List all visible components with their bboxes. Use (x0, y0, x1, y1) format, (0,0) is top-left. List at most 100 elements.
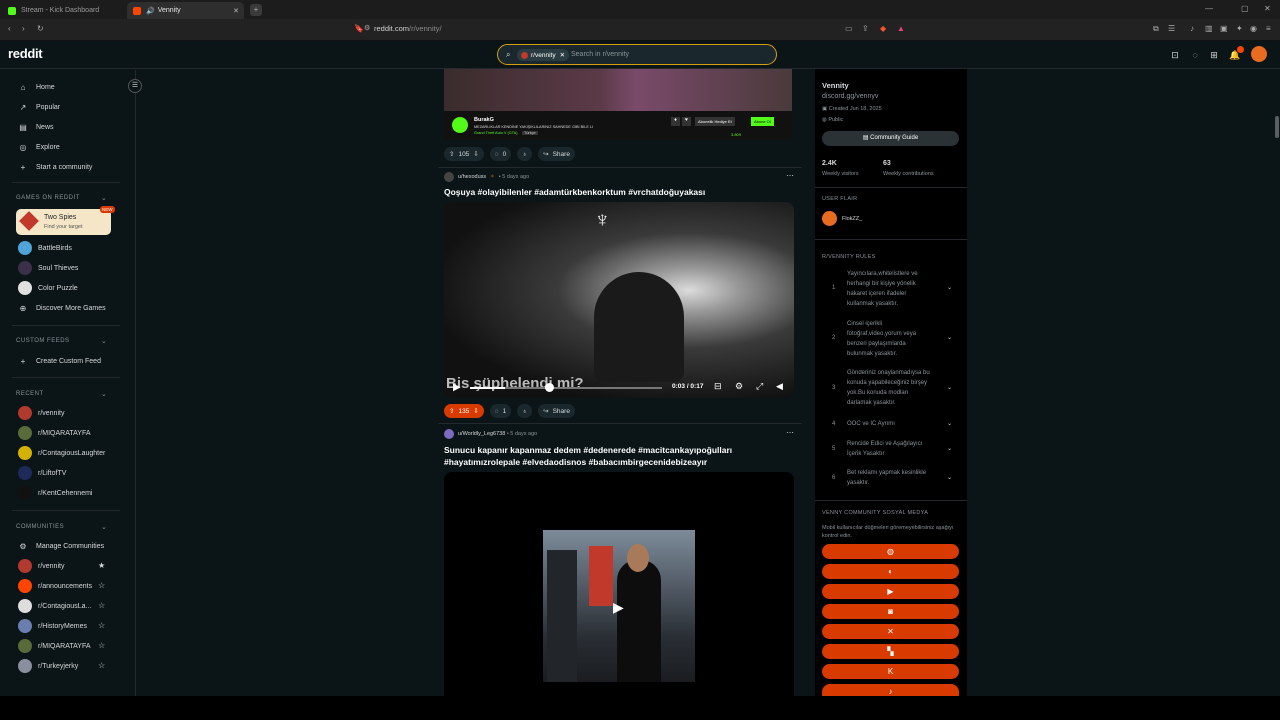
chevron-down-icon[interactable]: ⌄ (947, 333, 952, 343)
chevron-down-icon[interactable]: ⌄ (101, 337, 107, 345)
sidebar-toggle-icon[interactable]: ▥ (1205, 25, 1213, 33)
tab-vennity[interactable]: 🔊 Vennity ✕ (127, 2, 244, 19)
volume-icon[interactable]: ◀ (776, 381, 783, 392)
website-button[interactable]: ◍ (822, 544, 959, 559)
cast-icon[interactable]: ▭ (845, 25, 853, 33)
community-guide-button[interactable]: ▤ Community Guide (822, 131, 959, 146)
flair-username[interactable]: FlokZZ_ (842, 216, 862, 222)
extension-icon[interactable]: ⧉ (1153, 25, 1159, 33)
community-link[interactable]: discord.gg/vennyv (822, 93, 878, 100)
seek-handle[interactable] (544, 383, 554, 392)
bell-icon[interactable]: ♦ (671, 117, 680, 126)
nav-popular[interactable]: ↗ Popular (18, 101, 61, 113)
menu-icon[interactable]: ≡ (1266, 25, 1271, 33)
instagram-button[interactable]: ◙ (822, 604, 959, 619)
close-icon[interactable]: ✕ (560, 51, 565, 59)
post-media-image[interactable] (444, 69, 792, 111)
youtube-button[interactable]: ▶ (822, 584, 959, 599)
gift-sub-button[interactable]: Abonelik Hediye Et (695, 117, 735, 126)
upvote-icon[interactable]: ⇧ (449, 150, 454, 158)
search-scope-chip[interactable]: r/vennity ✕ (517, 49, 570, 61)
search-input[interactable]: Search in r/vennity (571, 51, 629, 58)
vote-box[interactable]: ⇧ 135 ⇩ (444, 404, 484, 418)
chevron-down-icon[interactable]: ⌄ (947, 383, 952, 393)
recent-item[interactable]: r/vennity (18, 406, 64, 420)
chevron-down-icon[interactable]: ⌄ (101, 390, 107, 398)
community-item[interactable]: r/vennity (18, 559, 64, 573)
vpn-icon[interactable]: ◉ (1250, 25, 1257, 33)
chat-icon[interactable]: ◌ (1190, 50, 1200, 60)
wallet-icon[interactable]: ▣ (1220, 25, 1228, 33)
user-avatar[interactable] (444, 429, 454, 439)
more-options-icon[interactable]: ⋯ (786, 171, 794, 180)
close-tab-icon[interactable]: ✕ (233, 7, 239, 15)
downvote-icon[interactable]: ⇩ (473, 150, 478, 158)
recent-item[interactable]: r/MIQARATAYFA (18, 426, 91, 440)
tab-kick-dashboard[interactable]: Stream - Kick Dashboard (2, 2, 126, 19)
maximize-icon[interactable]: ▢ (1241, 5, 1249, 13)
reload-icon[interactable]: ↻ (37, 25, 44, 33)
community-item[interactable]: r/HistoryMemes (18, 619, 87, 633)
kick-button[interactable]: K (822, 664, 959, 679)
rewards-icon[interactable]: ▲ (897, 25, 905, 33)
game-soul-thieves[interactable]: Soul Thieves (18, 261, 78, 275)
nav-start-community[interactable]: + Start a community (18, 161, 93, 173)
page-scrollbar[interactable] (1274, 69, 1280, 696)
chevron-down-icon[interactable]: ⌄ (947, 283, 952, 293)
post-title[interactable]: Sunucu kapanır kapanmaz dedem #dedenered… (444, 444, 794, 468)
play-icon[interactable]: ▶ (613, 599, 624, 616)
star-outline-icon[interactable]: ☆ (98, 621, 105, 630)
heart-icon[interactable]: ♥ (682, 117, 691, 126)
forward-icon[interactable]: › (22, 25, 25, 33)
bookmark-icon[interactable]: 🔖 (354, 25, 364, 33)
x-button[interactable]: ✕ (822, 624, 959, 639)
star-outline-icon[interactable]: ☆ (98, 601, 105, 610)
game-battlebirds[interactable]: BattleBirds (18, 241, 72, 255)
play-icon[interactable]: ▶ (453, 382, 461, 393)
video-player[interactable]: ▶ (444, 472, 794, 696)
brave-shield-icon[interactable]: ◆ (880, 25, 886, 33)
minimize-icon[interactable]: — (1205, 5, 1213, 13)
fullscreen-icon[interactable]: ⤢ (756, 381, 763, 392)
award-button[interactable]: ♁ (517, 147, 533, 161)
search-bar[interactable]: ⌕ r/vennity ✕ Search in r/vennity (497, 44, 777, 65)
game-color-puzzle[interactable]: Color Puzzle (18, 281, 78, 295)
star-outline-icon[interactable]: ☆ (98, 581, 105, 590)
reddit-logo[interactable]: reddit (8, 46, 43, 61)
chevron-down-icon[interactable]: ⌄ (947, 473, 952, 483)
user-avatar[interactable] (444, 172, 454, 182)
site-info-icon[interactable]: ⚙ (364, 25, 370, 32)
create-post-icon[interactable]: ⊞ (1209, 50, 1219, 60)
extensions-puzzle-icon[interactable]: ✦ (1236, 25, 1243, 33)
music-icon[interactable]: ♪ (1190, 25, 1194, 33)
scrollbar-thumb[interactable] (1275, 116, 1279, 138)
community-item[interactable]: r/ContagiousLa... (18, 599, 91, 613)
chevron-down-icon[interactable]: ⌄ (101, 523, 107, 531)
upvote-icon[interactable]: ⇧ (449, 407, 454, 415)
collapse-sidebar-icon[interactable]: ☰ (128, 79, 142, 93)
recent-item[interactable]: r/ContagiousLaughter (18, 446, 105, 460)
user-avatar[interactable] (1251, 46, 1267, 62)
create-custom-feed[interactable]: + Create Custom Feed (18, 355, 101, 367)
share-icon[interactable]: ⇪ (862, 25, 869, 33)
chevron-down-icon[interactable]: ⌄ (947, 444, 952, 454)
downvote-icon[interactable]: ⇩ (473, 407, 478, 415)
settings-gear-icon[interactable]: ⚙ (735, 381, 743, 392)
comments-button[interactable]: ◌ 1 (489, 404, 512, 418)
share-button[interactable]: ↪ Share (538, 404, 575, 418)
close-window-icon[interactable]: ✕ (1264, 5, 1271, 13)
community-item[interactable]: r/MIQARATAYFA (18, 639, 91, 653)
twitch-button[interactable]: ▚ (822, 644, 959, 659)
recent-item[interactable]: r/KentCehennemi (18, 486, 92, 500)
nav-explore[interactable]: ◎ Explore (18, 141, 60, 153)
ads-icon[interactable]: ⊡ (1170, 50, 1180, 60)
star-outline-icon[interactable]: ☆ (98, 641, 105, 650)
post-author[interactable]: u/Worldly_Leg6738 (458, 431, 505, 437)
back-icon[interactable]: ‹ (8, 25, 11, 33)
manage-communities[interactable]: ⚙ Manage Communities (18, 540, 104, 552)
tiktok-button[interactable]: ♪ (822, 684, 959, 696)
share-button[interactable]: ↪ Share (538, 147, 575, 161)
star-outline-icon[interactable]: ☆ (98, 661, 105, 670)
reader-icon[interactable]: ☰ (1168, 25, 1175, 33)
award-button[interactable]: ♁ (517, 404, 533, 418)
